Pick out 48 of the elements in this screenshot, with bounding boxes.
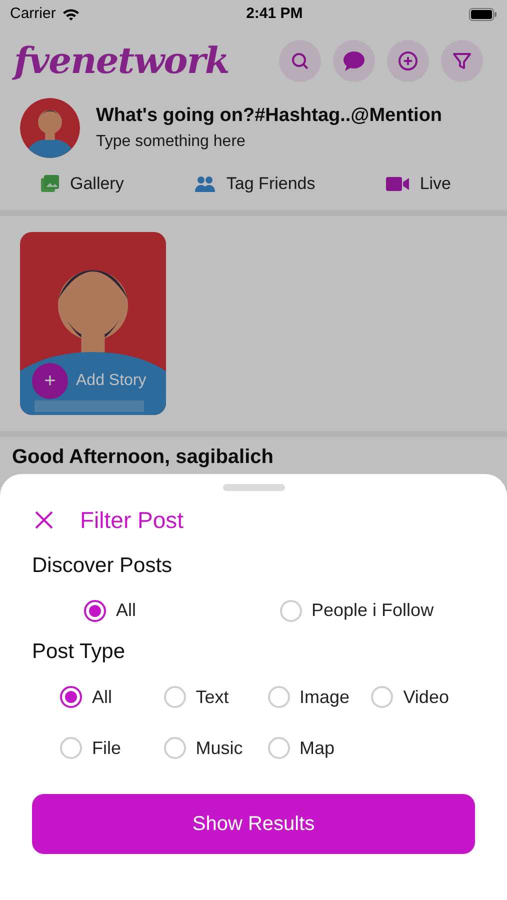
story-card[interactable]: + Add Story [20, 232, 166, 415]
radio-icon [268, 686, 290, 708]
app-logo: fvenetwork [14, 39, 229, 84]
radio-icon [280, 600, 302, 622]
radio-option[interactable]: People i Follow [280, 597, 475, 624]
wifi-icon [62, 8, 80, 20]
chat-button[interactable] [333, 40, 375, 82]
status-time: 2:41 PM [246, 4, 303, 24]
chat-bubble-icon [343, 51, 365, 71]
search-icon [291, 52, 309, 70]
radio-icon [268, 737, 290, 759]
drag-handle[interactable] [222, 484, 284, 491]
radio-icon [164, 686, 186, 708]
battery-icon [468, 8, 497, 20]
radio-option[interactable]: File [60, 734, 164, 762]
story-label: Add Story [76, 371, 146, 391]
add-button[interactable] [387, 40, 429, 82]
video-camera-icon [386, 176, 410, 192]
add-circle-icon [398, 51, 418, 71]
radio-icon [371, 686, 394, 708]
composer-action[interactable]: Live [386, 171, 451, 197]
composer-title: What's going on?#Hashtag..@Mention [96, 104, 442, 128]
radio-option[interactable]: All [84, 597, 280, 624]
composer-action[interactable]: Tag Friends [194, 171, 316, 197]
radio-option[interactable]: Music [164, 734, 268, 762]
radio-option[interactable]: Map [268, 734, 372, 762]
radio-icon [164, 737, 186, 759]
filter-button[interactable] [441, 40, 483, 82]
carrier-label: Carrier [10, 4, 56, 24]
search-button[interactable] [279, 40, 321, 82]
section-title: Post Type [32, 639, 126, 665]
composer-input[interactable]: Type something here [96, 130, 442, 154]
sheet-title: Filter Post [80, 506, 184, 535]
greeting-text: Good Afternoon, sagibalich [12, 446, 274, 468]
radio-icon [84, 600, 106, 622]
close-icon [35, 511, 53, 530]
section-title: Discover Posts [32, 552, 174, 578]
gallery-icon [40, 174, 60, 194]
show-results-button[interactable]: Show Results [32, 794, 475, 854]
radio-option[interactable]: All [60, 684, 164, 710]
radio-icon [60, 686, 82, 708]
radio-option[interactable]: Text [164, 684, 268, 710]
radio-option[interactable]: Video [371, 684, 475, 710]
filter-icon [452, 51, 472, 71]
people-icon [194, 175, 216, 193]
composer-action[interactable]: Gallery [40, 171, 124, 197]
radio-icon [60, 737, 82, 759]
radio-option[interactable]: Image [268, 684, 372, 710]
